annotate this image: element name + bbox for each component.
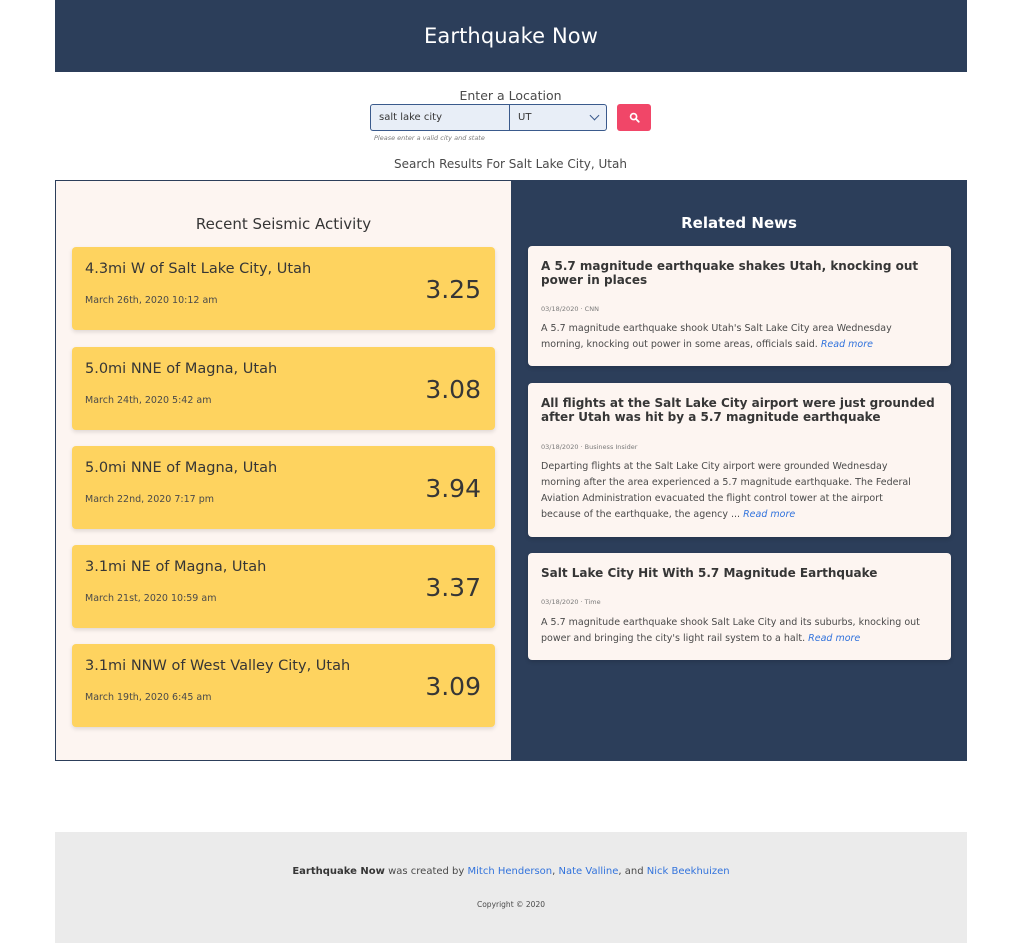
read-more-link[interactable]: Read more [808, 633, 860, 644]
quake-magnitude: 3.25 [425, 275, 481, 304]
quake-magnitude: 3.37 [425, 573, 481, 602]
news-card: A 5.7 magnitude earthquake shakes Utah, … [528, 246, 951, 366]
footer-separator: , [552, 866, 556, 877]
quake-location: 5.0mi NNE of Magna, Utah [85, 460, 278, 476]
news-headline: Salt Lake City Hit With 5.7 Magnitude Ea… [541, 566, 878, 580]
quake-location: 3.1mi NE of Magna, Utah [85, 559, 267, 575]
seismic-activity-panel: Recent Seismic Activity 4.3mi W of Salt … [55, 180, 511, 761]
read-more-link[interactable]: Read more [821, 339, 873, 350]
quake-magnitude: 3.94 [425, 474, 481, 503]
author-link-nick[interactable]: Nick Beekhuizen [647, 866, 730, 877]
news-summary-text: Departing flights at the Salt Lake City … [541, 461, 911, 520]
seismic-activity-title: Recent Seismic Activity [195, 215, 372, 233]
site-title: Earthquake Now [424, 24, 598, 48]
news-summary: Departing flights at the Salt Lake City … [541, 459, 925, 523]
footer-brand: Earthquake Now [292, 866, 385, 877]
chevron-down-icon [589, 110, 600, 121]
news-meta: 03/18/2020 · CNN [541, 305, 599, 313]
results-title: Search Results For Salt Lake City, Utah [394, 157, 627, 171]
quake-location: 3.1mi NNW of West Valley City, Utah [85, 658, 351, 674]
news-summary: A 5.7 magnitude earthquake shook Utah's … [541, 321, 925, 353]
news-meta: 03/18/2020 · Business Insider [541, 443, 638, 451]
quake-card: 5.0mi NNE of Magna, Utah March 24th, 202… [72, 347, 495, 430]
search-button[interactable] [617, 104, 651, 131]
footer-separator: , and [618, 866, 644, 877]
search-form: UT [370, 104, 607, 131]
footer-credits: Earthquake Now was created by Mitch Hend… [55, 866, 967, 877]
quake-date: March 19th, 2020 6:45 am [85, 692, 212, 703]
search-icon [629, 112, 640, 123]
quake-card: 4.3mi W of Salt Lake City, Utah March 26… [72, 247, 495, 330]
city-input[interactable] [370, 104, 509, 131]
site-footer: Earthquake Now was created by Mitch Hend… [55, 832, 967, 943]
news-card: Salt Lake City Hit With 5.7 Magnitude Ea… [528, 553, 951, 660]
site-header: Earthquake Now [55, 0, 967, 72]
quake-card: 5.0mi NNE of Magna, Utah March 22nd, 202… [72, 446, 495, 529]
quake-card: 3.1mi NE of Magna, Utah March 21st, 2020… [72, 545, 495, 628]
news-headline: A 5.7 magnitude earthquake shakes Utah, … [541, 259, 919, 287]
quake-magnitude: 3.09 [425, 672, 481, 701]
footer-created-by: was created by [388, 866, 465, 877]
news-card: All flights at the Salt Lake City airpor… [528, 383, 951, 537]
quake-card: 3.1mi NNW of West Valley City, Utah Marc… [72, 644, 495, 727]
quake-date: March 22nd, 2020 7:17 pm [85, 494, 214, 505]
state-select-value: UT [518, 112, 532, 123]
news-summary: A 5.7 magnitude earthquake shook Salt La… [541, 615, 925, 647]
quake-location: 5.0mi NNE of Magna, Utah [85, 361, 278, 377]
location-label: Enter a Location [459, 88, 562, 103]
author-link-mitch[interactable]: Mitch Henderson [468, 866, 553, 877]
related-news-panel: Related News A 5.7 magnitude earthquake … [511, 180, 967, 761]
read-more-link[interactable]: Read more [743, 509, 795, 520]
author-link-nate[interactable]: Nate Valline [559, 866, 619, 877]
news-headline: All flights at the Salt Lake City airpor… [541, 396, 935, 424]
news-meta: 03/18/2020 · Time [541, 598, 601, 606]
state-select[interactable]: UT [509, 104, 607, 131]
quake-date: March 21st, 2020 10:59 am [85, 593, 217, 604]
search-help-text: Please enter a valid city and state [374, 134, 485, 142]
quake-magnitude: 3.08 [425, 375, 481, 404]
news-summary-text: A 5.7 magnitude earthquake shook Salt La… [541, 617, 920, 644]
related-news-title: Related News [681, 214, 797, 232]
quake-location: 4.3mi W of Salt Lake City, Utah [85, 261, 312, 277]
quake-date: March 24th, 2020 5:42 am [85, 395, 212, 406]
copyright: Copyright © 2020 [476, 900, 545, 909]
quake-date: March 26th, 2020 10:12 am [85, 295, 218, 306]
